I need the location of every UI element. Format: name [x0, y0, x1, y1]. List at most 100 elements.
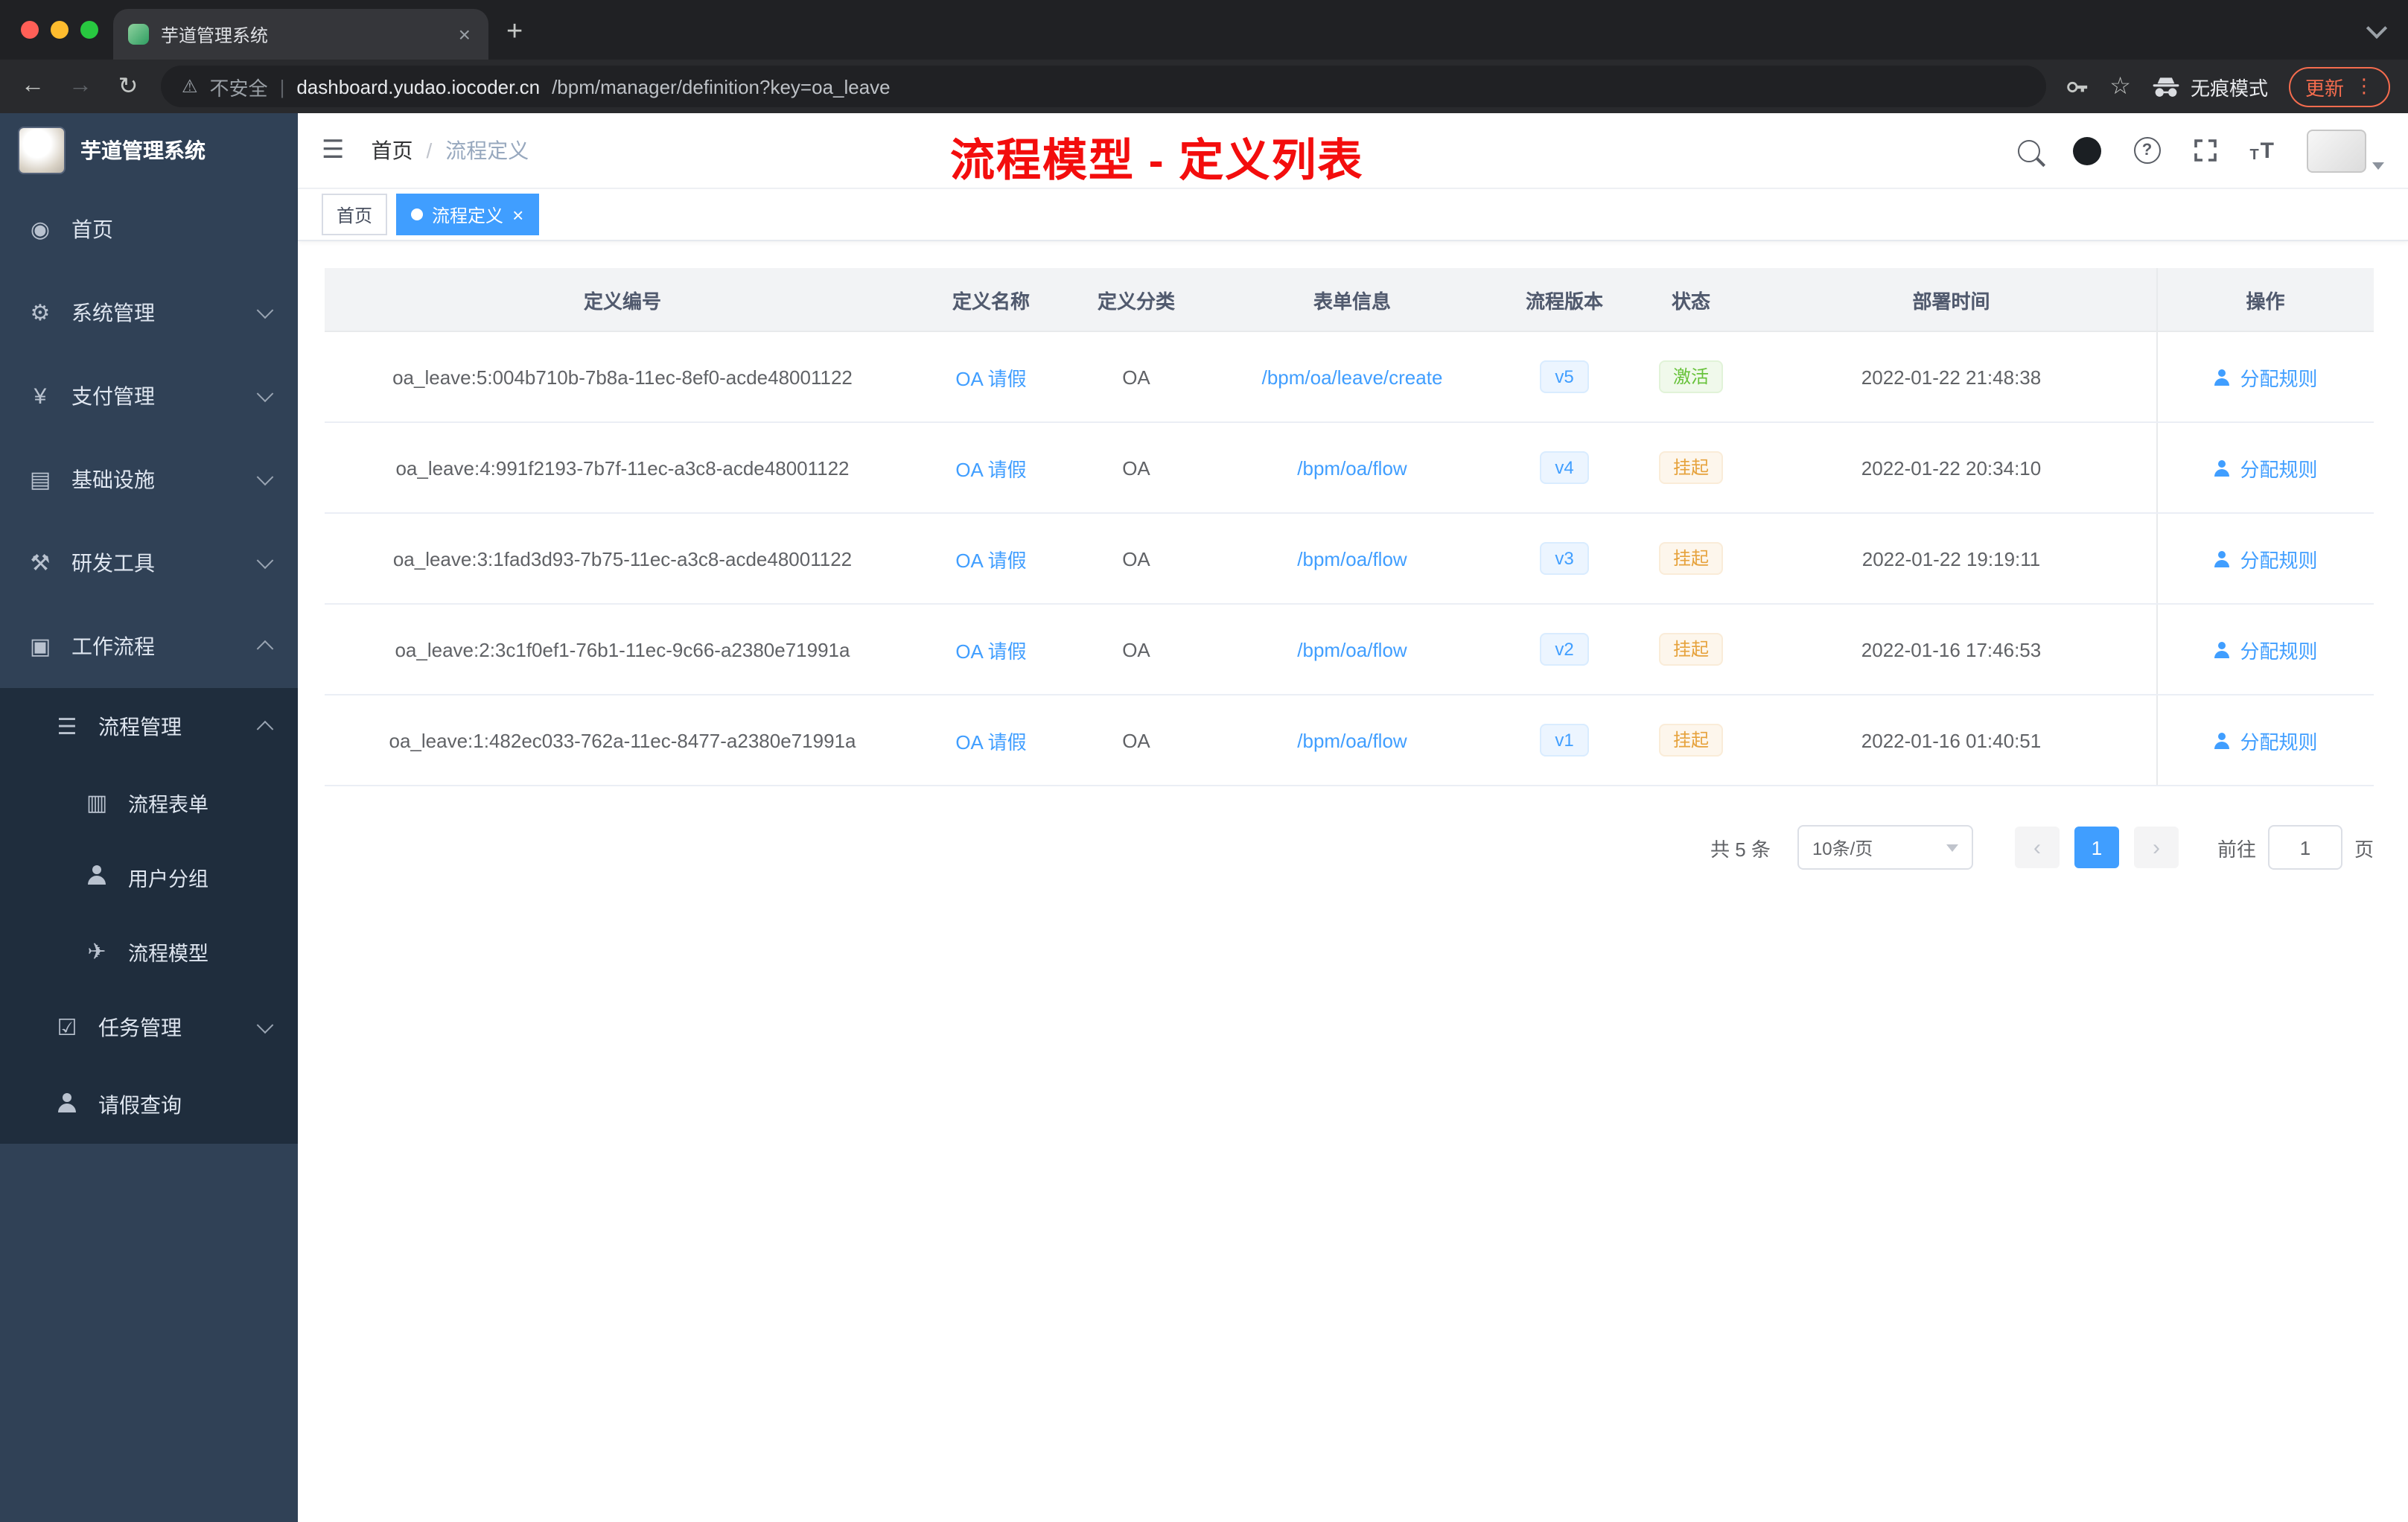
sidebar-item-workflow[interactable]: ▣ 工作流程: [0, 605, 298, 688]
status-badge: 挂起: [1659, 724, 1722, 757]
sidebar-item-dev-tools[interactable]: ⚒ 研发工具: [0, 521, 298, 605]
definition-name-link[interactable]: OA 请假: [955, 640, 1026, 662]
browser-tab-strip: 芋道管理系统 × +: [0, 0, 2408, 60]
status-badge: 挂起: [1659, 633, 1722, 666]
version-badge: v3: [1540, 542, 1589, 575]
tag-close-icon[interactable]: ×: [512, 205, 523, 224]
help-icon[interactable]: ?: [2133, 137, 2161, 164]
assign-rule-button[interactable]: 分配规则: [2213, 544, 2317, 573]
window-controls: [21, 21, 98, 39]
sidebar-item-home[interactable]: ◉ 首页: [0, 188, 298, 271]
definition-category-cell: OA: [1062, 513, 1211, 605]
paper-plane-icon: ✈: [87, 940, 106, 965]
sidebar-item-leave-query[interactable]: 请假查询: [0, 1066, 298, 1144]
tag-process-definition[interactable]: 流程定义 ×: [396, 194, 539, 235]
form-link[interactable]: /bpm/oa/leave/create: [1262, 366, 1443, 388]
user-menu[interactable]: [2307, 129, 2384, 172]
status-badge: 挂起: [1659, 451, 1722, 484]
breadcrumb-home[interactable]: 首页: [372, 136, 413, 165]
assign-rule-button[interactable]: 分配规则: [2213, 453, 2317, 482]
definition-id-cell: oa_leave:4:991f2193-7b7f-11ec-a3c8-acde4…: [325, 422, 920, 514]
fullscreen-icon[interactable]: [2193, 138, 2217, 162]
tags-view-bar: 首页 流程定义 ×: [298, 189, 2408, 241]
sidebar-item-user-group[interactable]: 用户分组: [0, 840, 298, 914]
tab-close-icon[interactable]: ×: [456, 22, 474, 46]
col-process-version: 流程版本: [1494, 268, 1635, 332]
sidebar-item-process-management[interactable]: ☰ 流程管理: [0, 688, 298, 765]
incognito-badge: 无痕模式: [2152, 72, 2268, 101]
chevron-down-icon: [256, 552, 274, 570]
version-badge: v5: [1540, 360, 1589, 393]
browser-update-button[interactable]: 更新 ⋮: [2288, 66, 2390, 106]
definition-category-cell: OA: [1062, 422, 1211, 514]
deploy-time-cell: 2022-01-22 21:48:38: [1747, 331, 2156, 423]
definition-name-link[interactable]: OA 请假: [955, 367, 1026, 389]
definition-name-link[interactable]: OA 请假: [955, 730, 1026, 753]
user-icon: [2213, 459, 2231, 476]
deploy-time-cell: 2022-01-16 17:46:53: [1747, 604, 2156, 695]
address-bar[interactable]: ⚠ 不安全 | dashboard.yudao.iocoder.cn/bpm/m…: [161, 66, 2046, 107]
search-icon[interactable]: [2017, 139, 2040, 162]
tag-home[interactable]: 首页: [322, 194, 388, 235]
assign-rule-button[interactable]: 分配规则: [2213, 363, 2317, 391]
github-icon[interactable]: [2072, 136, 2101, 165]
new-tab-button[interactable]: +: [506, 16, 523, 49]
annotation-text: 流程模型 - 定义列表: [950, 137, 1364, 186]
definition-category-cell: OA: [1062, 695, 1211, 786]
url-path: /bpm/manager/definition?key=oa_leave: [552, 75, 891, 98]
table-row: oa_leave:5:004b710b-7b8a-11ec-8ef0-acde4…: [325, 331, 2374, 423]
sidebar-item-system-management[interactable]: ⚙ 系统管理: [0, 271, 298, 354]
next-page-button[interactable]: ›: [2133, 827, 2179, 868]
caret-down-icon: [2372, 162, 2384, 169]
form-link[interactable]: /bpm/oa/flow: [1297, 729, 1407, 751]
page-size-select[interactable]: 10条/页: [1797, 825, 1973, 870]
sidebar-collapse-icon[interactable]: ☰: [322, 136, 345, 165]
window-zoom-button[interactable]: [80, 21, 98, 39]
key-icon[interactable]: [2063, 74, 2089, 99]
status-badge: 挂起: [1659, 542, 1722, 575]
security-label: 不安全: [209, 77, 268, 99]
goto-page-input[interactable]: [2267, 825, 2342, 870]
back-icon[interactable]: ←: [18, 73, 48, 100]
workflow-icon: ▣: [29, 634, 51, 660]
user-icon: [2213, 732, 2231, 748]
caret-down-icon: [1946, 844, 1958, 851]
col-deploy-time: 部署时间: [1747, 268, 2156, 332]
browser-tab[interactable]: 芋道管理系统 ×: [113, 9, 488, 60]
version-badge: v1: [1540, 724, 1589, 757]
forward-icon[interactable]: →: [66, 73, 95, 100]
reload-icon[interactable]: ↻: [113, 71, 143, 101]
definition-id-cell: oa_leave:2:3c1f0ef1-76b1-11ec-9c66-a2380…: [325, 604, 920, 695]
sidebar-item-payment-management[interactable]: ¥ 支付管理: [0, 354, 298, 438]
table-row: oa_leave:1:482ec033-762a-11ec-8477-a2380…: [325, 695, 2374, 786]
bookmark-star-icon[interactable]: ☆: [2109, 71, 2131, 101]
prev-page-button[interactable]: ‹: [2014, 827, 2060, 868]
user-icon: [54, 1092, 80, 1118]
page-number-button[interactable]: 1: [2074, 827, 2119, 868]
form-link[interactable]: /bpm/oa/flow: [1297, 638, 1407, 660]
browser-menu-dots-icon[interactable]: ⋮: [2354, 74, 2374, 98]
definition-name-link[interactable]: OA 请假: [955, 549, 1026, 571]
col-definition-category: 定义分类: [1062, 268, 1211, 332]
pagination: 共 5 条 10条/页 ‹ 1 › 前往 页: [325, 825, 2374, 870]
browser-toolbar: ← → ↻ ⚠ 不安全 | dashboard.yudao.iocoder.cn…: [0, 60, 2408, 113]
font-size-icon[interactable]: TT: [2249, 138, 2274, 163]
tab-search-chevron-icon[interactable]: [2366, 17, 2388, 39]
user-icon: [2213, 369, 2231, 385]
form-link[interactable]: /bpm/oa/flow: [1297, 547, 1407, 570]
sidebar-item-process-form[interactable]: ▥ 流程表单: [0, 765, 298, 840]
sidebar-item-process-model[interactable]: ✈ 流程模型: [0, 914, 298, 989]
assign-rule-button[interactable]: 分配规则: [2213, 726, 2317, 754]
breadcrumb: 首页 / 流程定义: [372, 136, 529, 165]
window-minimize-button[interactable]: [51, 21, 69, 39]
breadcrumb-current: 流程定义: [445, 138, 529, 162]
sidebar-item-infrastructure[interactable]: ▤ 基础设施: [0, 438, 298, 521]
assign-rule-button[interactable]: 分配规则: [2213, 635, 2317, 663]
window-close-button[interactable]: [21, 21, 39, 39]
form-link[interactable]: /bpm/oa/flow: [1297, 456, 1407, 479]
deploy-time-cell: 2022-01-22 19:19:11: [1747, 513, 2156, 605]
sidebar-item-task-management[interactable]: ☑ 任务管理: [0, 989, 298, 1066]
definition-id-cell: oa_leave:5:004b710b-7b8a-11ec-8ef0-acde4…: [325, 331, 920, 423]
avatar[interactable]: [2307, 129, 2366, 172]
definition-name-link[interactable]: OA 请假: [955, 458, 1026, 480]
